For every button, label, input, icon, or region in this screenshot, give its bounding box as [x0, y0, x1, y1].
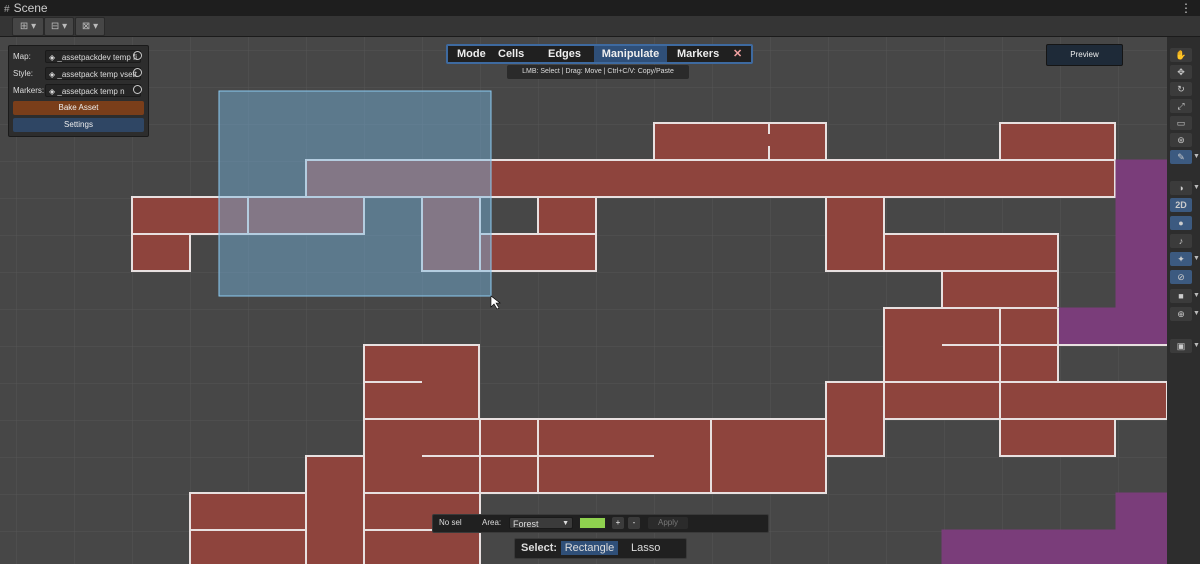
custom-tool-icon[interactable]: ✎	[1170, 150, 1192, 164]
markers-value: _assetpack temp n	[57, 87, 125, 96]
preview-button[interactable]: Preview	[1046, 44, 1123, 66]
grid-snap-icon[interactable]: ⊞ ▾	[12, 17, 44, 36]
chevron-down-icon[interactable]: ▼	[1193, 181, 1200, 195]
area-label: Area:	[482, 518, 502, 527]
chevron-down-icon[interactable]: ▼	[1193, 150, 1200, 164]
chevron-down-icon[interactable]: ▼	[1193, 339, 1200, 353]
gizmos-icon[interactable]: ⊕	[1170, 307, 1192, 321]
chevron-down-icon[interactable]: ▼	[1193, 252, 1200, 266]
add-area-button[interactable]: +	[612, 517, 624, 529]
mode-edges-button[interactable]: Edges	[548, 46, 581, 62]
area-dropdown[interactable]: Forest ▼	[509, 517, 573, 529]
mode-manipulate-button[interactable]: Manipulate	[594, 46, 667, 62]
window-titlebar: # Scene ⋮	[0, 0, 1200, 17]
map-canvas[interactable]	[0, 37, 1167, 564]
rect-tool-icon[interactable]: ▭	[1170, 116, 1192, 130]
transform-tool-icon[interactable]: ⊛	[1170, 133, 1192, 147]
kebab-menu-icon[interactable]: ⋮	[1180, 0, 1192, 16]
object-picker-icon[interactable]	[133, 51, 142, 60]
object-picker-icon[interactable]	[133, 85, 142, 94]
style-label: Style:	[13, 69, 34, 78]
select-rectangle-button[interactable]: Rectangle	[561, 541, 618, 555]
selection-rectangle	[218, 90, 492, 297]
settings-button[interactable]: Settings	[13, 118, 144, 132]
overlay-icon[interactable]: ▣	[1170, 339, 1192, 353]
increment-snap-icon[interactable]: ⊟ ▾	[44, 17, 74, 36]
selection-status: No sel	[439, 518, 462, 527]
map-field[interactable]: ◈ _assetpackdev temp fi	[45, 50, 141, 63]
markers-row: Markers: ◈ _assetpack temp n	[13, 84, 142, 98]
remove-area-button[interactable]: -	[628, 517, 640, 529]
mode-markers-button[interactable]: Markers	[677, 46, 719, 62]
bake-asset-button[interactable]: Bake Asset	[13, 101, 144, 115]
mode-label: Mode	[457, 48, 486, 60]
markers-field[interactable]: ◈ _assetpack temp n	[45, 84, 141, 97]
scene-tab[interactable]: # Scene	[4, 0, 48, 16]
asset-icon: ◈	[49, 53, 56, 62]
chevron-down-icon[interactable]: ▼	[1193, 289, 1200, 303]
move-tool-icon[interactable]: ✥	[1170, 65, 1192, 79]
mode-toolbar: Mode Cells Edges Manipulate Markers ✕	[446, 44, 753, 64]
chevron-down-icon[interactable]: ▼	[1193, 307, 1200, 321]
hidden-objects-icon[interactable]: ⊘	[1170, 270, 1192, 284]
object-picker-icon[interactable]	[133, 68, 142, 77]
chevron-down-icon: ▼	[562, 520, 569, 527]
scene-toolbar: ⊞ ▾ ⊟ ▾ ⊠ ▾	[0, 16, 1200, 37]
area-panel: No sel Area: Forest ▼ + - Apply	[432, 514, 769, 533]
map-label: Map:	[13, 52, 31, 61]
scene-tab-label: Scene	[13, 1, 48, 15]
select-label: Select:	[521, 542, 558, 554]
close-icon[interactable]: ✕	[733, 46, 742, 62]
scale-tool-icon[interactable]: ⤢	[1170, 99, 1192, 113]
rotate-tool-icon[interactable]: ↻	[1170, 82, 1192, 96]
apply-button[interactable]: Apply	[648, 517, 688, 529]
map-value: _assetpackdev temp fi	[57, 53, 137, 62]
view-2d-toggle[interactable]: 2D	[1170, 198, 1192, 212]
shading-mode-icon[interactable]: ◑	[1170, 181, 1192, 195]
asset-icon: ◈	[49, 87, 56, 96]
asset-icon: ◈	[49, 70, 56, 79]
map-row: Map: ◈ _assetpackdev temp fi	[13, 50, 142, 64]
style-field[interactable]: ◈ _assetpack temp vsett	[45, 67, 141, 80]
view-options-icon[interactable]: ⊠ ▾	[75, 17, 105, 36]
camera-icon[interactable]: ■	[1170, 289, 1192, 303]
scene-viewport[interactable]: Map: ◈ _assetpackdev temp fi Style: ◈ _a…	[0, 37, 1167, 564]
controls-hint: LMB: Select | Drag: Move | Ctrl+C/V: Cop…	[507, 65, 689, 79]
map-settings-panel: Map: ◈ _assetpackdev temp fi Style: ◈ _a…	[8, 45, 149, 137]
effects-icon[interactable]: ✦	[1170, 252, 1192, 266]
lighting-icon[interactable]: ●	[1170, 216, 1192, 230]
select-mode-panel: Select: Rectangle Lasso	[514, 538, 687, 559]
area-color-swatch[interactable]	[579, 517, 606, 529]
style-row: Style: ◈ _assetpack temp vsett	[13, 67, 142, 81]
style-value: _assetpack temp vsett	[57, 70, 137, 79]
markers-label: Markers:	[13, 86, 45, 95]
mode-cells-button[interactable]: Cells	[498, 46, 524, 62]
area-value: Forest	[513, 519, 539, 529]
select-lasso-button[interactable]: Lasso	[631, 542, 660, 554]
hand-tool-icon[interactable]: ✋	[1170, 48, 1192, 62]
scene-tools-bar: ✋ ✥ ↻ ⤢ ▭ ⊛ ✎ ▼ ◑ ▼ 2D ● ♪ ✦ ▼ ⊘ ■ ▼ ⊕ ▼…	[1167, 37, 1200, 564]
audio-icon[interactable]: ♪	[1170, 234, 1192, 248]
